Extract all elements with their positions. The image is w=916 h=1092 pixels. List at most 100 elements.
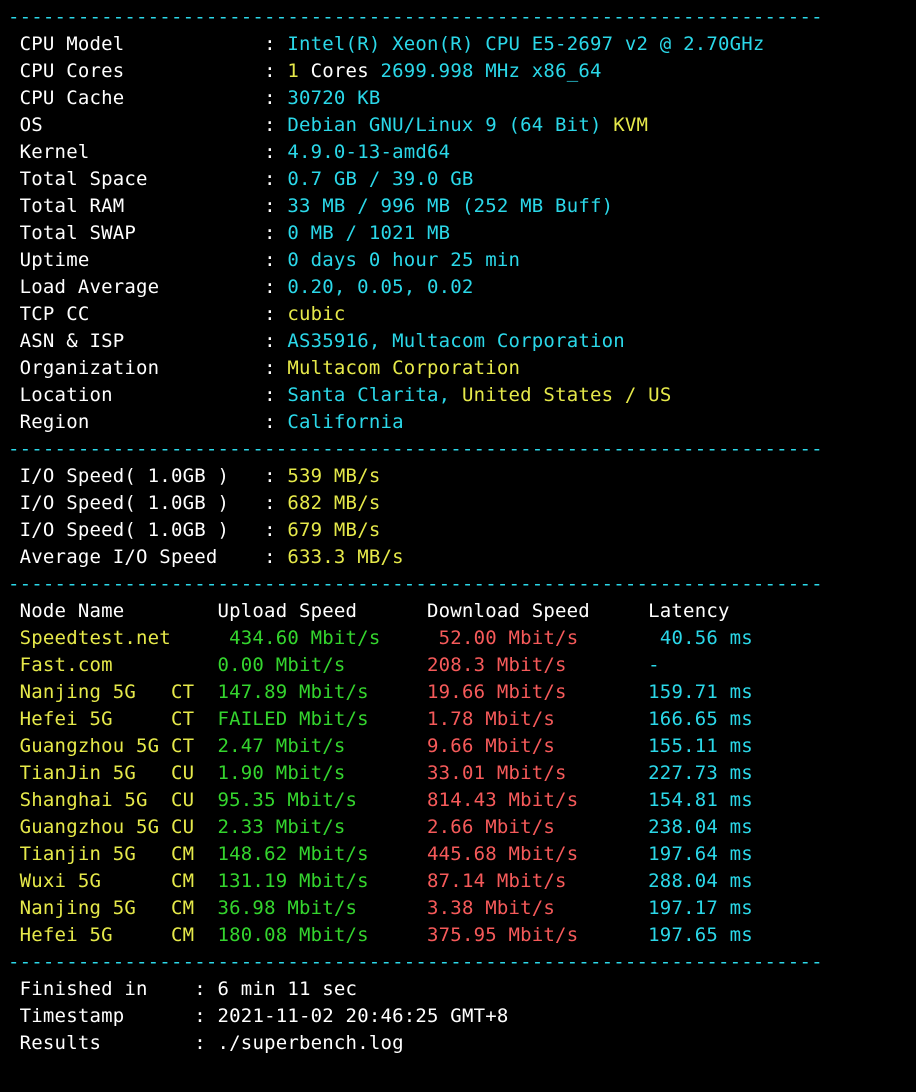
net-node: Fast.com [8, 654, 194, 676]
net-header: Node Name Upload Speed Download Speed La… [8, 600, 730, 622]
uptime-label: Uptime : [20, 249, 276, 271]
net-latency: 197.65 ms [648, 924, 753, 946]
results-label: Results : [20, 1032, 206, 1054]
net-node: Shanghai 5G CU [8, 789, 194, 811]
net-download: 9.66 Mbit/s [427, 735, 648, 757]
net-row: Hefei 5G CM 180.08 Mbit/s 375.95 Mbit/s … [8, 924, 753, 946]
kernel-value: 4.9.0-13-amd64 [287, 141, 450, 163]
io-speed-3-label: I/O Speed( 1.0GB ) : [20, 519, 276, 541]
net-upload: 131.19 Mbit/s [218, 870, 428, 892]
timestamp-value: 2021-11-02 20:46:25 GMT+8 [218, 1005, 509, 1027]
net-latency: 238.04 ms [648, 816, 753, 838]
net-download: 445.68 Mbit/s [427, 843, 648, 865]
net-upload: 0.00 Mbit/s [218, 654, 428, 676]
cpu-model-label: CPU Model : [20, 33, 276, 55]
net-row: Wuxi 5G CM 131.19 Mbit/s 87.14 Mbit/s 28… [8, 870, 753, 892]
net-rows: Speedtest.net 434.60 Mbit/s 52.00 Mbit/s… [8, 627, 753, 946]
total-swap-value: 0 MB / 1021 MB [287, 222, 450, 244]
net-latency: 166.65 ms [648, 708, 753, 730]
org-label: Organization : [20, 357, 276, 379]
net-node: Guangzhou 5G CU [8, 816, 194, 838]
net-node: Nanjing 5G CM [8, 897, 194, 919]
net-node: Hefei 5G CM [8, 924, 194, 946]
io-speed-1-label: I/O Speed( 1.0GB ) : [20, 465, 276, 487]
net-row: Speedtest.net 434.60 Mbit/s 52.00 Mbit/s… [8, 627, 753, 649]
net-latency: 159.71 ms [648, 681, 753, 703]
location-city: Santa Clarita, [287, 384, 450, 406]
results-value: ./superbench.log [218, 1032, 404, 1054]
region-label: Region : [20, 411, 276, 433]
net-row: Shanghai 5G CU 95.35 Mbit/s 814.43 Mbit/… [8, 789, 753, 811]
net-upload: 95.35 Mbit/s [218, 789, 428, 811]
finished-value: 6 min 11 sec [218, 978, 358, 1000]
total-space-label: Total Space : [20, 168, 276, 190]
net-node: Tianjin 5G CM [8, 843, 194, 865]
net-upload: 2.33 Mbit/s [218, 816, 428, 838]
separator: ----------------------------------------… [8, 951, 823, 973]
net-download: 208.3 Mbit/s [427, 654, 648, 676]
total-ram-value: 33 MB / 996 MB (252 MB Buff) [287, 195, 613, 217]
location-label: Location : [20, 384, 276, 406]
net-upload: 434.60 Mbit/s [229, 627, 439, 649]
net-latency: 40.56 ms [660, 627, 753, 649]
io-speed-2-label: I/O Speed( 1.0GB ) : [20, 492, 276, 514]
total-swap-label: Total SWAP : [20, 222, 276, 244]
net-latency: - [648, 654, 660, 676]
net-latency: 154.81 ms [648, 789, 753, 811]
net-row: Nanjing 5G CM 36.98 Mbit/s 3.38 Mbit/s 1… [8, 897, 753, 919]
load-avg-value: 0.20, 0.05, 0.02 [287, 276, 473, 298]
asn-isp-value: AS35916, Multacom Corporation [287, 330, 625, 352]
io-avg-value: 633.3 MB/s [287, 546, 403, 568]
net-node: Hefei 5G CT [8, 708, 194, 730]
cpu-cores-word: Cores [311, 60, 369, 82]
net-download: 19.66 Mbit/s [427, 681, 648, 703]
kernel-label: Kernel : [20, 141, 276, 163]
net-upload: 36.98 Mbit/s [218, 897, 428, 919]
cpu-cores-n: 1 [287, 60, 299, 82]
net-download: 52.00 Mbit/s [439, 627, 660, 649]
net-download: 33.01 Mbit/s [427, 762, 648, 784]
net-download: 814.43 Mbit/s [427, 789, 648, 811]
terminal-output: ----------------------------------------… [0, 0, 916, 1057]
net-upload: 147.89 Mbit/s [218, 681, 428, 703]
separator: ----------------------------------------… [8, 438, 823, 460]
uptime-value: 0 days 0 hour 25 min [287, 249, 520, 271]
net-latency: 197.64 ms [648, 843, 753, 865]
net-download: 3.38 Mbit/s [427, 897, 648, 919]
net-node: Speedtest.net [8, 627, 206, 649]
net-row: Guangzhou 5G CU 2.33 Mbit/s 2.66 Mbit/s … [8, 816, 753, 838]
net-row: Tianjin 5G CM 148.62 Mbit/s 445.68 Mbit/… [8, 843, 753, 865]
io-avg-label: Average I/O Speed : [20, 546, 276, 568]
asn-isp-label: ASN & ISP : [20, 330, 276, 352]
io-speed-1-value: 539 MB/s [287, 465, 380, 487]
finished-label: Finished in : [20, 978, 206, 1000]
net-upload: FAILED Mbit/s [218, 708, 428, 730]
net-latency: 155.11 ms [648, 735, 753, 757]
os-label: OS : [20, 114, 276, 136]
io-speed-3-value: 679 MB/s [287, 519, 380, 541]
os-virt: KVM [613, 114, 648, 136]
cpu-cache-value: 30720 KB [287, 87, 380, 109]
cpu-cores-label: CPU Cores : [20, 60, 276, 82]
os-value: Debian GNU/Linux 9 (64 Bit) [287, 114, 601, 136]
net-upload: 148.62 Mbit/s [218, 843, 428, 865]
net-download: 1.78 Mbit/s [427, 708, 648, 730]
net-latency: 288.04 ms [648, 870, 753, 892]
cpu-freq-arch: 2699.998 MHz x86_64 [380, 60, 601, 82]
net-row: TianJin 5G CU 1.90 Mbit/s 33.01 Mbit/s 2… [8, 762, 753, 784]
net-node: Nanjing 5G CT [8, 681, 194, 703]
cpu-model-value: Intel(R) Xeon(R) CPU E5-2697 v2 @ 2.70GH… [287, 33, 764, 55]
net-upload: 180.08 Mbit/s [218, 924, 428, 946]
net-row: Hefei 5G CT FAILED Mbit/s 1.78 Mbit/s 16… [8, 708, 753, 730]
net-upload: 1.90 Mbit/s [218, 762, 428, 784]
cpu-cache-label: CPU Cache : [20, 87, 276, 109]
net-node: Wuxi 5G CM [8, 870, 194, 892]
total-ram-label: Total RAM : [20, 195, 276, 217]
net-row: Nanjing 5G CT 147.89 Mbit/s 19.66 Mbit/s… [8, 681, 753, 703]
net-node: TianJin 5G CU [8, 762, 194, 784]
net-download: 375.95 Mbit/s [427, 924, 648, 946]
tcp-cc-value: cubic [287, 303, 345, 325]
io-speed-2-value: 682 MB/s [287, 492, 380, 514]
load-avg-label: Load Average : [20, 276, 276, 298]
net-row: Fast.com 0.00 Mbit/s 208.3 Mbit/s - [8, 654, 660, 676]
